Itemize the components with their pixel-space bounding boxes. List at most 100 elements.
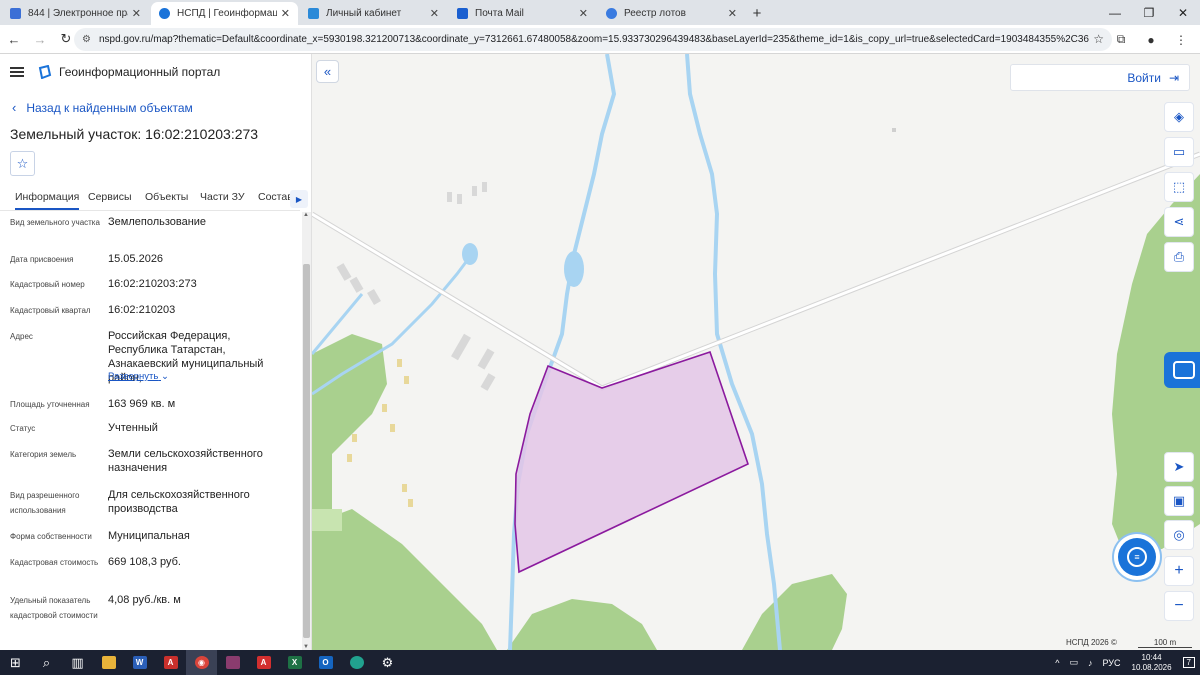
close-tab-icon[interactable]: ✕ — [132, 7, 141, 20]
zoom-out-button[interactable]: − — [1164, 591, 1194, 621]
browser-tab-strip: 844 | Электронное правитель... ✕ НСПД | … — [0, 0, 1200, 25]
select-area-icon: ⬚ — [1172, 179, 1186, 194]
acrobat-icon[interactable]: A — [155, 650, 186, 675]
browser-tab-title: Реестр лотов — [624, 8, 686, 19]
property-label: Кадастровая стоимость — [10, 558, 99, 567]
bookmark-star-icon[interactable]: ☆ — [1093, 32, 1104, 46]
chrome-icon[interactable]: ◉ — [186, 650, 217, 675]
address-bar[interactable]: ⚙ nspd.gov.ru/map?thematic=Default&coord… — [74, 28, 1112, 51]
close-tab-icon[interactable]: ✕ — [430, 7, 439, 20]
extensions-icon[interactable]: ⧉ — [1106, 28, 1136, 51]
windows-start-icon[interactable]: ⊞ — [0, 650, 31, 675]
system-clock[interactable]: 10:44 10.08.2026 — [1132, 653, 1172, 673]
select-area-button[interactable]: ⬚ — [1164, 172, 1194, 202]
pdf-reader-icon[interactable]: A — [248, 650, 279, 675]
winrar-icon[interactable] — [217, 650, 248, 675]
favorite-star-button[interactable]: ☆ — [10, 151, 35, 176]
chat-bubble-icon: ≡ — [1127, 547, 1147, 567]
property-value: Муниципальная — [108, 530, 190, 542]
collapse-panel-button[interactable]: « — [316, 60, 339, 83]
new-tab-button[interactable]: + — [745, 2, 769, 25]
map-view[interactable]: « Войти ⇥ ◈ ▭ ⬚ ⋖ ⎙ ➤ ▣ ◎ + − ≡ НСПД 202… — [312, 54, 1200, 650]
print-button[interactable]: ⎙ — [1164, 242, 1194, 272]
property-label: Кадастровый квартал — [10, 306, 91, 315]
expand-label: Развернуть — [108, 371, 159, 382]
tray-chevron-icon[interactable]: ^ — [1055, 658, 1059, 668]
tab-objects[interactable]: Объекты — [145, 191, 188, 203]
basemap-button[interactable]: ▣ — [1164, 486, 1194, 516]
help-widget-button[interactable] — [1164, 352, 1200, 388]
minimize-icon[interactable]: — — [1098, 0, 1132, 25]
browser-toolbar: ← → ↻ ⚙ nspd.gov.ru/map?thematic=Default… — [0, 25, 1200, 54]
language-indicator[interactable]: РУС — [1102, 658, 1120, 668]
locate-button[interactable]: ➤ — [1164, 452, 1194, 482]
back-to-results-link[interactable]: ‹ Назад к найденным объектам — [12, 100, 193, 115]
info-panel: Геоинформационный портал ‹ Назад к найде… — [0, 54, 312, 650]
browser-tab-title: 844 | Электронное правитель... — [28, 8, 128, 19]
measure-button[interactable]: ▭ — [1164, 137, 1194, 167]
geo-search-button[interactable]: ◎ — [1164, 520, 1194, 550]
tab-composition[interactable]: Состав — [258, 191, 293, 203]
help-chat-icon — [1173, 361, 1195, 379]
notifications-icon[interactable]: 7 — [1182, 657, 1195, 668]
settings-gear-icon[interactable]: ⚙ — [372, 650, 403, 675]
tab-parts[interactable]: Части ЗУ — [200, 191, 245, 203]
chevron-down-icon: ⌄ — [161, 371, 169, 382]
portal-header: Геоинформационный портал — [10, 65, 220, 79]
network-icon[interactable]: ▭ — [1069, 657, 1078, 668]
map-copyright: НСПД 2026 © — [1066, 638, 1117, 647]
forward-arrow-icon[interactable]: → — [28, 27, 52, 51]
property-label: Дата присвоения — [10, 255, 74, 264]
portal-title: Геоинформационный портал — [59, 65, 221, 79]
property-value: 15.05.2026 — [108, 253, 164, 265]
property-label: Вид разрешенного использования — [10, 491, 80, 515]
property-value: 16:02:210203 — [108, 304, 176, 316]
clock-date: 10.08.2026 — [1131, 662, 1172, 672]
share-button[interactable]: ⋖ — [1164, 207, 1194, 237]
minus-icon: − — [1174, 597, 1184, 614]
maximize-icon[interactable]: ❐ — [1132, 0, 1166, 25]
close-tab-icon[interactable]: ✕ — [579, 7, 588, 20]
cabinet-icon — [308, 8, 319, 19]
close-tab-icon[interactable]: ✕ — [281, 7, 290, 20]
property-value: Для сельскохозяйственного производства — [108, 489, 250, 515]
outlook-icon[interactable]: O — [310, 650, 341, 675]
browser-tab[interactable]: Почта Mail ✕ — [449, 2, 596, 25]
scroll-up-icon[interactable]: ▲ — [303, 212, 309, 218]
tabs-scroll-right-icon[interactable]: ▶ — [290, 190, 308, 208]
zoom-in-button[interactable]: + — [1164, 556, 1194, 586]
tab-information[interactable]: Информация — [15, 191, 80, 210]
browser-tab[interactable]: 844 | Электронное правитель... ✕ — [2, 2, 149, 25]
tab-services[interactable]: Сервисы — [88, 191, 132, 203]
scrollbar-thumb[interactable] — [303, 264, 310, 638]
forest-area — [742, 574, 847, 650]
back-arrow-icon[interactable]: ← — [2, 27, 26, 51]
property-value: 669 108,3 руб. — [108, 556, 181, 568]
forest-area — [507, 599, 657, 650]
task-view-icon[interactable]: ▥ — [62, 650, 93, 675]
browser-tab[interactable]: Личный кабинет ✕ — [300, 2, 447, 25]
close-tab-icon[interactable]: ✕ — [728, 7, 737, 20]
river — [685, 54, 782, 650]
word-icon[interactable]: W — [124, 650, 155, 675]
browser-tab[interactable]: Реестр лотов ✕ — [598, 2, 745, 25]
menu-dots-icon[interactable]: ⋮ — [1166, 28, 1196, 51]
expand-address-link[interactable]: Развернуть ⌄ — [108, 371, 169, 382]
property-label: Вид земельного участка — [10, 218, 100, 227]
file-explorer-icon[interactable] — [93, 650, 124, 675]
chat-support-button[interactable]: ≡ — [1118, 538, 1156, 576]
panel-scrollbar[interactable]: ▲ ▼ — [302, 212, 311, 650]
search-icon[interactable]: ⌕ — [31, 650, 62, 675]
excel-icon[interactable]: X — [279, 650, 310, 675]
layers-button[interactable]: ◈ — [1164, 102, 1194, 132]
browser-tab-active[interactable]: НСПД | Геоинформационный ... ✕ — [151, 2, 298, 25]
property-list: Вид земельного участка Землепользование … — [0, 212, 300, 650]
profile-icon[interactable]: ● — [1136, 28, 1166, 51]
login-button[interactable]: Войти ⇥ — [1010, 64, 1190, 91]
edge-icon[interactable] — [341, 650, 372, 675]
pond — [564, 251, 584, 287]
close-window-icon[interactable]: ✕ — [1166, 0, 1200, 25]
site-info-icon[interactable]: ⚙ — [82, 34, 91, 45]
volume-icon[interactable]: ♪ — [1088, 658, 1093, 668]
hamburger-menu-icon[interactable] — [10, 67, 24, 77]
